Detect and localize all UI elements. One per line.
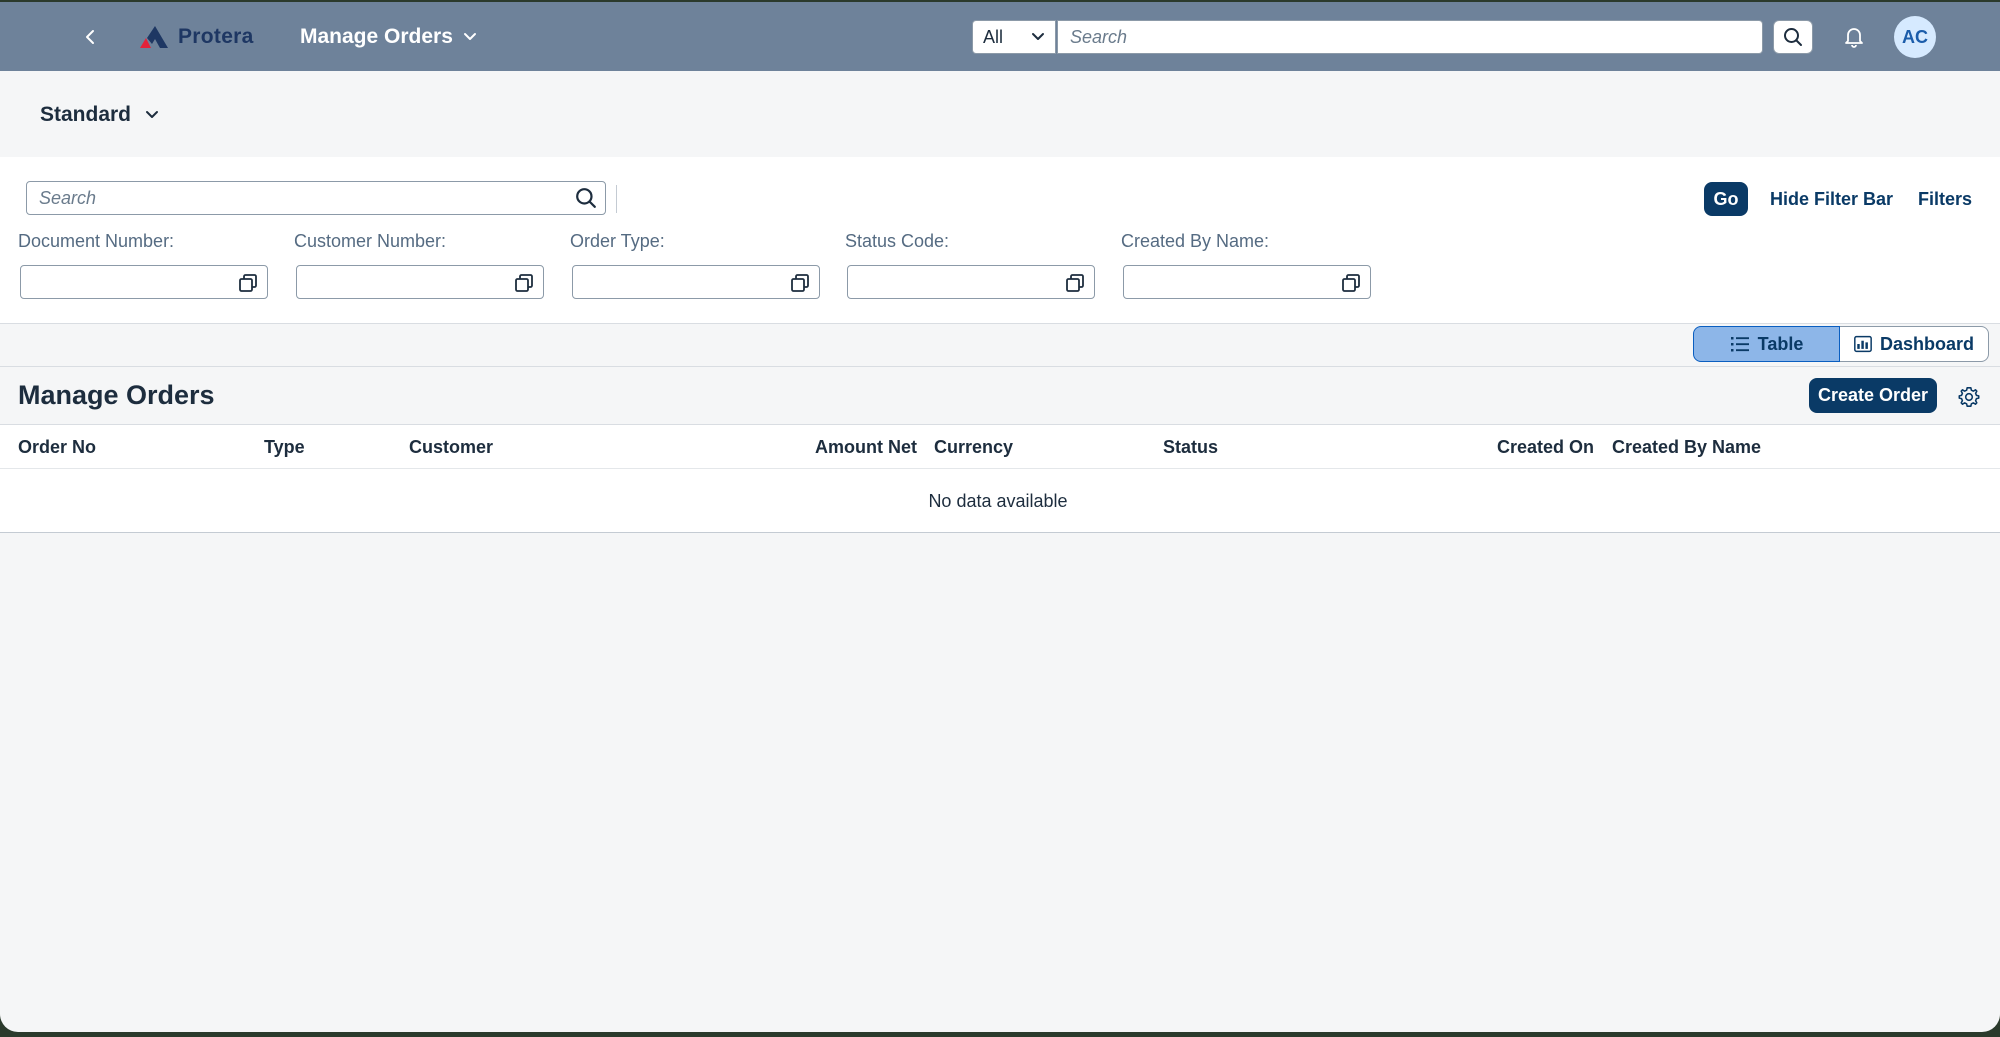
app-title: Manage Orders — [300, 25, 453, 48]
shell-search-button[interactable] — [1773, 20, 1813, 54]
orders-table: Order No Type Customer Amount Net Curren… — [0, 424, 2000, 533]
search-icon — [576, 188, 596, 208]
value-help-button[interactable] — [1065, 273, 1085, 298]
search-scope-value: All — [983, 26, 1004, 47]
filter-customer-number: Customer Number: — [294, 229, 544, 299]
view-switch: Table Dashboard — [1693, 326, 1989, 362]
column-header-customer[interactable]: Customer — [409, 437, 493, 458]
column-header-amount-net[interactable]: Amount Net — [815, 437, 917, 458]
value-help-button[interactable] — [790, 273, 810, 298]
filter-label: Status Code: — [845, 231, 950, 251]
variant-label: Standard — [40, 103, 132, 126]
value-help-button[interactable] — [238, 273, 258, 298]
order-type-input[interactable] — [572, 265, 820, 299]
status-code-input[interactable] — [847, 265, 1095, 299]
list-icon — [1730, 337, 1749, 352]
divider — [616, 185, 617, 213]
table-title: Manage Orders — [18, 380, 215, 410]
value-help-button[interactable] — [1341, 273, 1361, 298]
value-help-button[interactable] — [514, 273, 534, 298]
column-header-created-on[interactable]: Created On — [1497, 437, 1594, 458]
value-help-icon — [1066, 274, 1084, 292]
create-order-button[interactable]: Create Order — [1809, 378, 1937, 413]
created-by-name-input[interactable] — [1123, 265, 1371, 299]
filters-button[interactable]: Filters — [1918, 182, 1972, 216]
table-view-button[interactable]: Table — [1693, 326, 1840, 362]
shell-bar: Protera Manage Orders All Search AC — [0, 2, 2000, 71]
filter-order-type: Order Type: — [570, 229, 820, 299]
bell-icon — [1845, 28, 1863, 48]
filter-label: Created By Name: — [1121, 231, 1270, 251]
user-avatar[interactable]: AC — [1894, 16, 1936, 58]
dashboard-icon — [1854, 335, 1872, 353]
value-help-icon — [239, 274, 257, 292]
hide-filter-bar-button[interactable]: Hide Filter Bar — [1770, 182, 1893, 216]
table-view-label: Table — [1757, 333, 1804, 354]
company-logo[interactable]: Protera — [138, 22, 254, 52]
app-title-menu[interactable]: Manage Orders — [300, 22, 477, 52]
divider — [0, 366, 2000, 367]
filter-label: Order Type: — [570, 231, 665, 251]
document-number-input[interactable] — [20, 265, 268, 299]
no-data-text: No data available — [928, 491, 1068, 511]
search-icon — [1784, 28, 1802, 46]
filter-label: Customer Number: — [294, 231, 447, 251]
chevron-left-icon — [86, 30, 94, 44]
value-help-icon — [1342, 274, 1360, 292]
value-help-icon — [791, 274, 809, 292]
chevron-down-icon — [1032, 33, 1044, 40]
gear-icon — [1958, 387, 1980, 407]
column-header-order-no[interactable]: Order No — [18, 437, 96, 458]
filter-search-field — [26, 181, 606, 215]
go-button[interactable]: Go — [1704, 182, 1748, 216]
chevron-down-icon — [463, 33, 476, 40]
chevron-down-icon — [146, 111, 159, 118]
logo-text: Protera — [178, 25, 254, 48]
column-header-status[interactable]: Status — [1163, 437, 1218, 458]
search-scope-select[interactable]: All — [972, 20, 1056, 54]
app-window: Protera Manage Orders All Search AC Stan… — [0, 2, 2000, 1032]
logo-mark-icon — [140, 26, 168, 48]
dashboard-view-button[interactable]: Dashboard — [1840, 326, 1989, 362]
filter-search-button[interactable] — [575, 187, 597, 214]
column-header-currency[interactable]: Currency — [934, 437, 1013, 458]
value-help-icon — [515, 274, 533, 292]
filter-label: Document Number: — [18, 231, 175, 251]
filter-search-input[interactable] — [27, 182, 557, 214]
shell-search-input[interactable] — [1057, 20, 1763, 54]
variant-selector[interactable]: Standard — [40, 100, 159, 130]
customer-number-input[interactable] — [296, 265, 544, 299]
dashboard-view-label: Dashboard — [1879, 333, 1974, 354]
filter-document-number: Document Number: — [18, 229, 268, 299]
filter-status-code: Status Code: — [845, 229, 1095, 299]
column-header-created-by-name[interactable]: Created By Name — [1612, 437, 1761, 458]
notifications-button[interactable] — [1836, 20, 1872, 54]
filter-created-by-name: Created By Name: — [1121, 229, 1371, 299]
table-header-row: Order No Type Customer Amount Net Curren… — [0, 425, 2000, 469]
column-header-type[interactable]: Type — [264, 437, 305, 458]
back-button[interactable] — [74, 20, 108, 54]
table-settings-button[interactable] — [1952, 380, 1986, 414]
filter-bar: Go Hide Filter Bar Filters Document Numb… — [0, 157, 2000, 324]
